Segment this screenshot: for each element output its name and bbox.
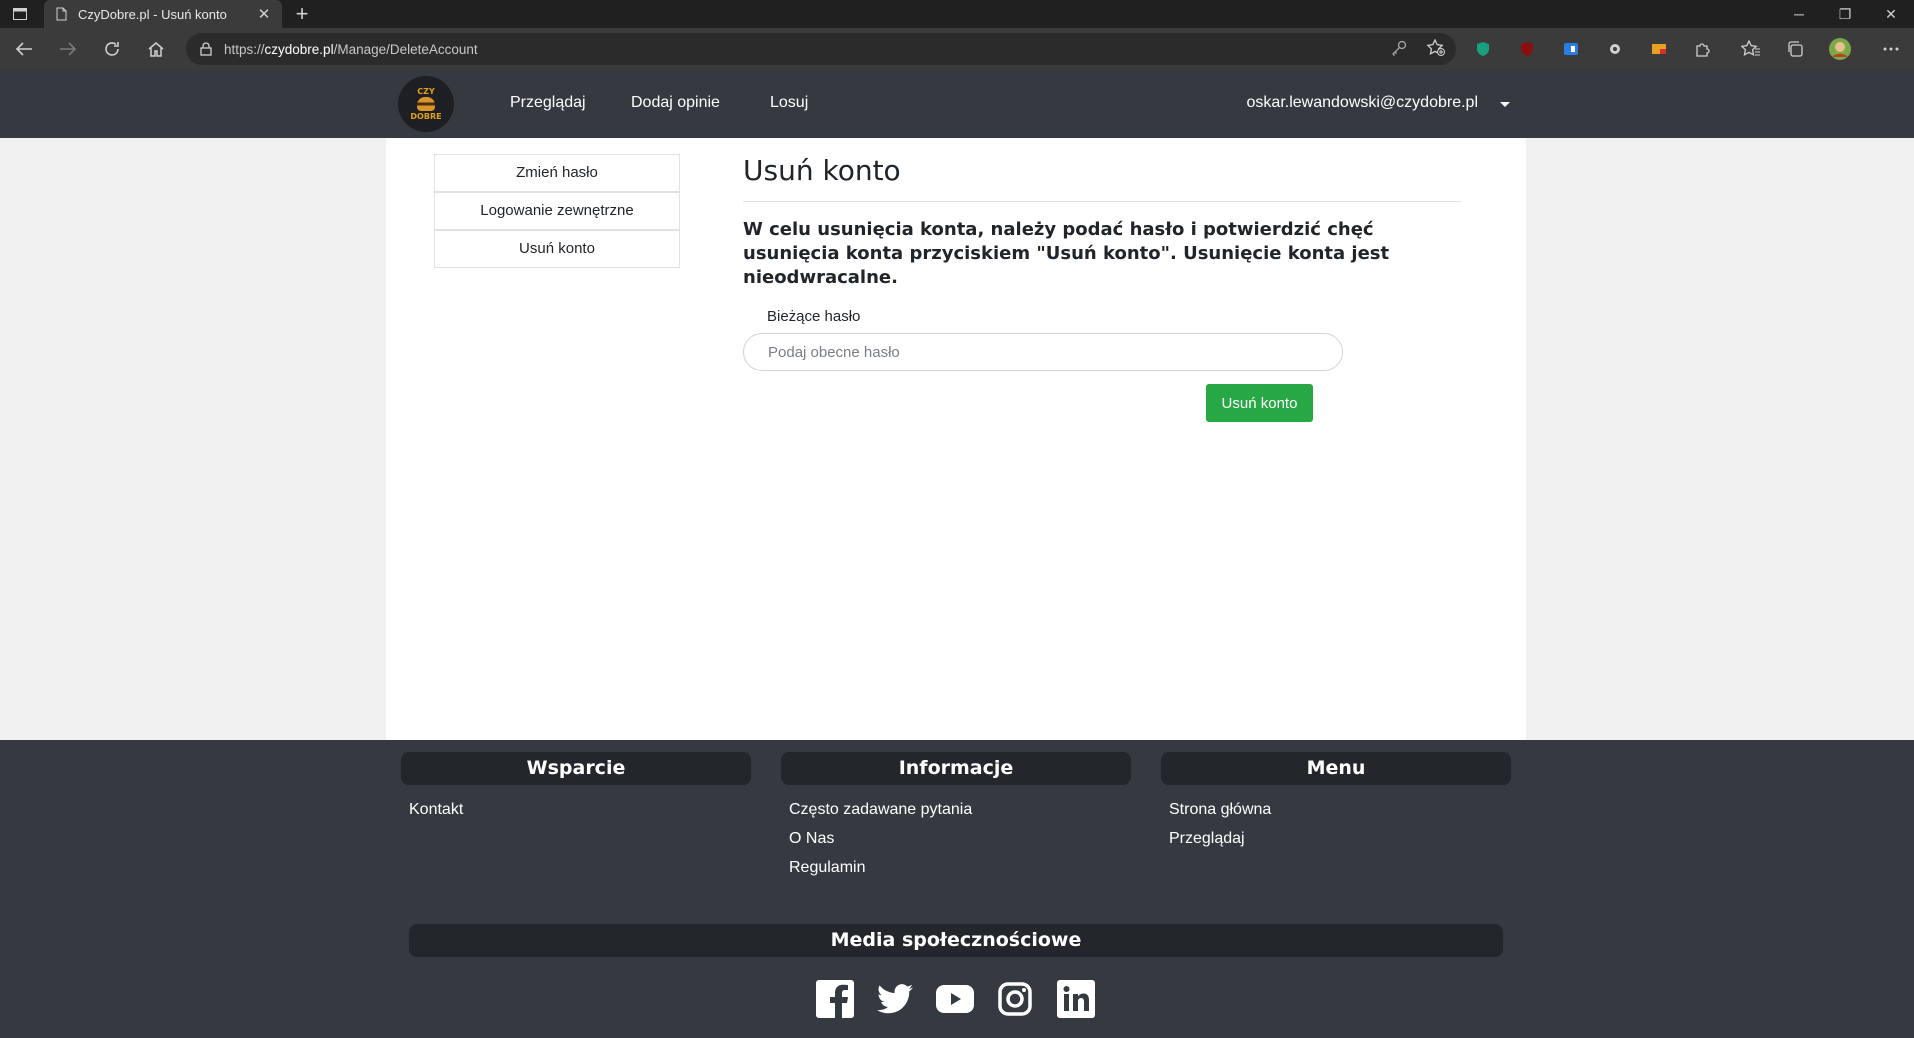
lock-icon[interactable]	[200, 42, 212, 56]
footer-support-column: Wsparcie Kontakt	[401, 752, 751, 824]
account-side-menu: Zmień hasło Logowanie zewnętrzne Usuń ko…	[434, 154, 680, 268]
footer-menu-heading: Menu	[1161, 752, 1511, 785]
nav-link-add-review[interactable]: Dodaj opinie	[631, 94, 720, 112]
logo-text-top: CZY	[417, 87, 435, 96]
shield-extension-icon[interactable]	[1472, 38, 1494, 60]
footer-menu-column: Menu Strona główna Przeglądaj	[1161, 752, 1511, 853]
footer-link-faq[interactable]: Często zadawane pytania	[789, 795, 1131, 824]
new-tab-button[interactable]: +	[290, 2, 314, 26]
footer-info-column: Informacje Często zadawane pytania O Nas…	[781, 752, 1131, 882]
back-icon[interactable]	[10, 36, 38, 62]
reload-icon[interactable]	[98, 36, 126, 62]
youtube-icon[interactable]	[936, 980, 974, 1018]
more-menu-icon[interactable]	[1880, 38, 1902, 60]
sidebar-item-external-logins[interactable]: Logowanie zewnętrzne	[434, 192, 680, 230]
close-window-button[interactable]: ✕	[1868, 0, 1914, 28]
main-content: Zmień hasło Logowanie zewnętrzne Usuń ko…	[386, 138, 1526, 740]
delete-account-button[interactable]: Usuń konto	[1206, 384, 1313, 422]
site-logo[interactable]: CZY DOBRE	[398, 76, 454, 132]
ublock-extension-icon[interactable]	[1516, 38, 1538, 60]
footer-info-heading: Informacje	[781, 752, 1131, 785]
delete-account-description: W celu usunięcia konta, należy podać has…	[743, 219, 1390, 288]
browser-tab-bar: CzyDobre.pl - Usuń konto ✕ + ─ ❐ ✕	[0, 0, 1914, 28]
nav-link-random[interactable]: Losuj	[770, 94, 808, 112]
sidebar-item-change-password[interactable]: Zmień hasło	[434, 154, 680, 192]
linkedin-icon[interactable]	[1057, 980, 1095, 1018]
user-email-dropdown[interactable]: oskar.lewandowski@czydobre.pl	[1247, 94, 1478, 112]
footer-link-terms[interactable]: Regulamin	[789, 853, 1131, 882]
twitter-icon[interactable]	[876, 980, 914, 1018]
window-menu-icon[interactable]	[8, 4, 32, 24]
tab-title: CzyDobre.pl - Usuń konto	[78, 6, 227, 22]
restore-button[interactable]: ❐	[1822, 0, 1868, 28]
extensions-puzzle-icon[interactable]	[1692, 38, 1714, 60]
footer-link-contact[interactable]: Kontakt	[409, 795, 751, 824]
browser-toolbar: https://czydobre.pl/Manage/DeleteAccount	[0, 28, 1914, 70]
forward-icon[interactable]	[54, 36, 82, 62]
logo-text-bottom: DOBRE	[410, 112, 442, 121]
footer-link-about[interactable]: O Nas	[789, 824, 1131, 853]
favorites-icon[interactable]	[1740, 38, 1762, 60]
mail-extension-icon[interactable]	[1648, 38, 1670, 60]
collections-icon[interactable]	[1784, 38, 1806, 60]
site-navbar: CZY DOBRE Przeglądaj Dodaj opinie Losuj …	[0, 70, 1914, 138]
instagram-icon[interactable]	[996, 980, 1034, 1018]
profile-avatar[interactable]	[1828, 37, 1852, 61]
site-footer: Wsparcie Kontakt Informacje Często zadaw…	[0, 740, 1914, 1038]
page-icon	[56, 7, 67, 21]
add-favorite-icon[interactable]	[1426, 38, 1446, 60]
footer-support-heading: Wsparcie	[401, 752, 751, 785]
burger-icon	[417, 97, 435, 111]
facebook-icon[interactable]	[816, 980, 854, 1018]
current-password-input[interactable]	[743, 333, 1343, 371]
url-host: czydobre.pl	[264, 41, 334, 57]
address-bar[interactable]: https://czydobre.pl/Manage/DeleteAccount	[186, 33, 1456, 65]
chevron-down-icon[interactable]	[1500, 102, 1510, 107]
url-path: /Manage/DeleteAccount	[333, 41, 478, 57]
page-title: Usuń konto	[743, 154, 1461, 202]
social-media-heading: Media społecznościowe	[409, 924, 1503, 957]
url-prefix: https://	[224, 41, 265, 57]
delete-account-panel: Usuń konto W celu usunięcia konta, należ…	[743, 154, 1461, 422]
sidebar-item-delete-account[interactable]: Usuń konto	[434, 230, 680, 268]
password-label: Bieżące hasło	[767, 308, 861, 325]
translate-extension-icon[interactable]	[1560, 38, 1582, 60]
footer-link-browse[interactable]: Przeglądaj	[1169, 824, 1511, 853]
minimize-button[interactable]: ─	[1776, 0, 1822, 28]
home-icon[interactable]	[142, 36, 170, 62]
browser-tab[interactable]: CzyDobre.pl - Usuń konto ✕	[44, 0, 282, 28]
nav-link-browse[interactable]: Przeglądaj	[510, 94, 586, 112]
gear-extension-icon[interactable]	[1604, 38, 1626, 60]
tab-close-icon[interactable]: ✕	[256, 5, 272, 23]
footer-link-home[interactable]: Strona główna	[1169, 795, 1511, 824]
key-icon[interactable]	[1390, 39, 1408, 60]
